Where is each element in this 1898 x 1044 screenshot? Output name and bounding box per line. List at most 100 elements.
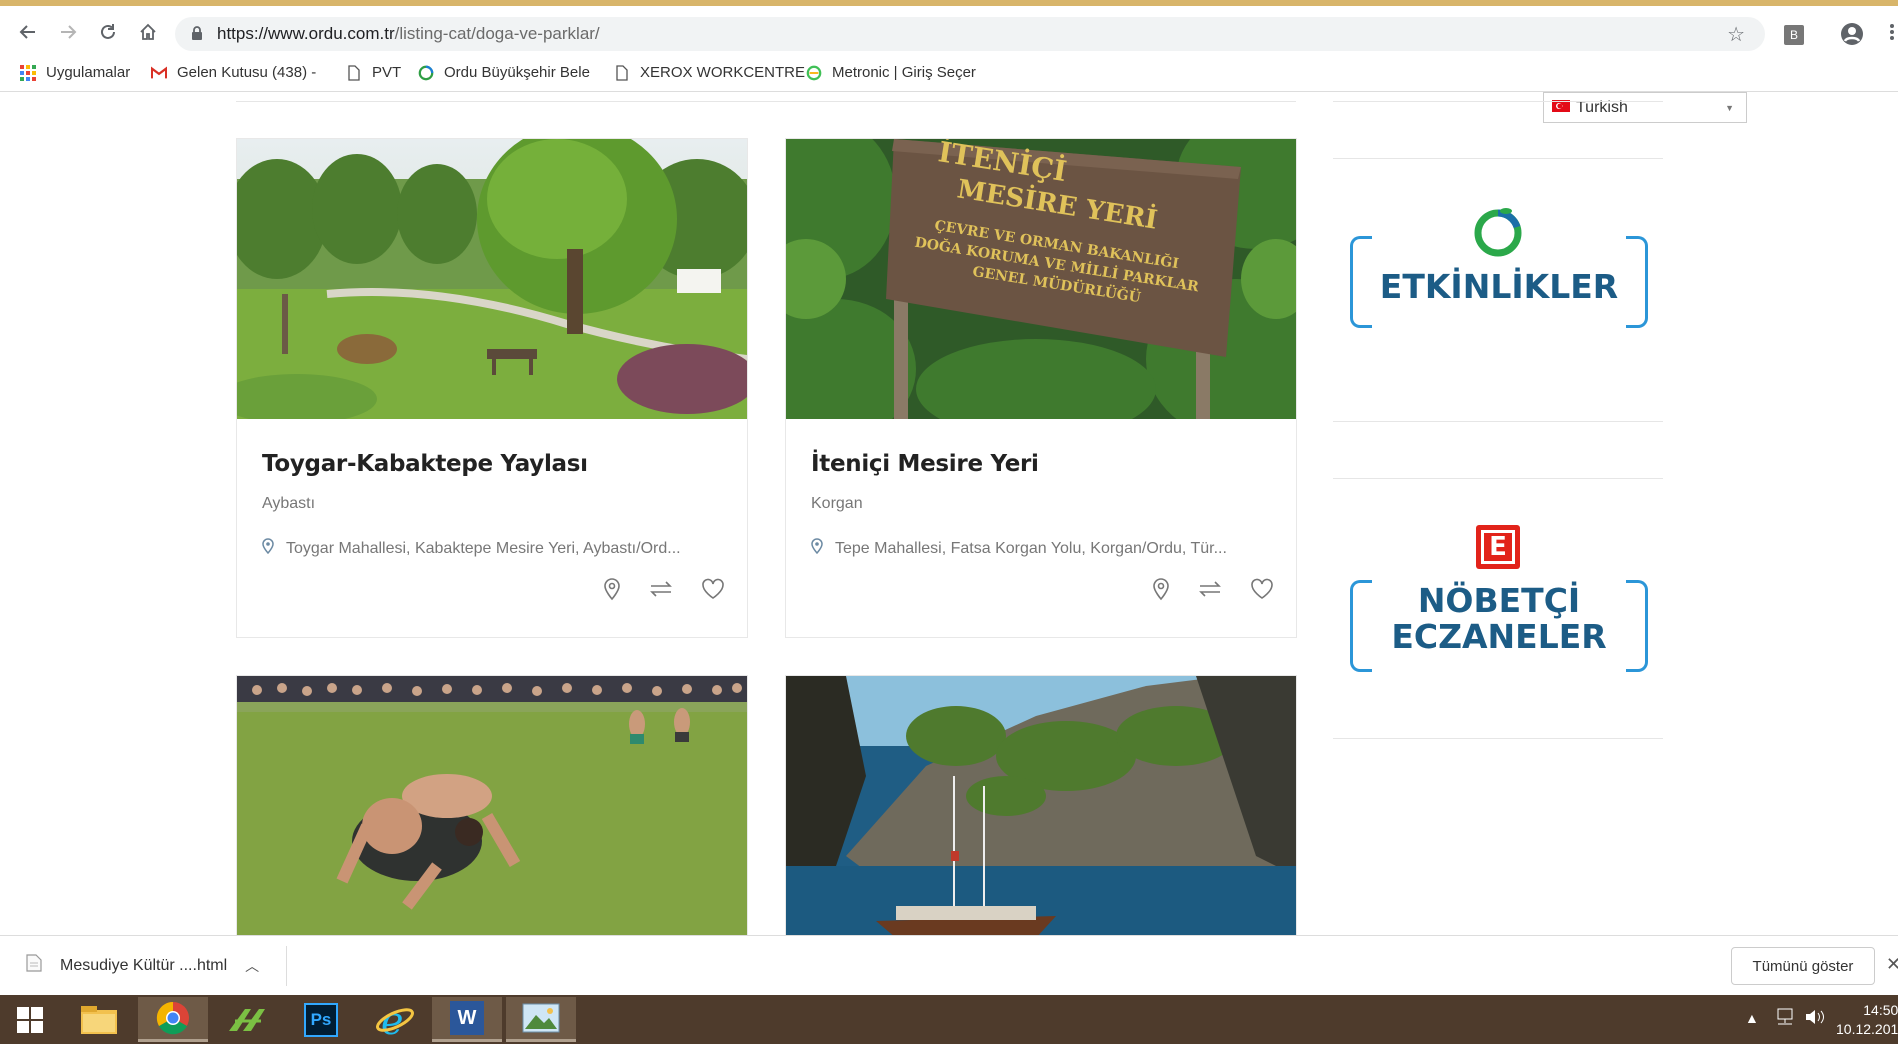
clock-time: 14:50 (1863, 1002, 1898, 1018)
map-pin-icon (811, 538, 823, 559)
listing-region: Aybastı (262, 495, 316, 512)
network-icon[interactable] (1774, 1007, 1796, 1030)
sidebar-divider (1333, 421, 1663, 422)
internet-explorer-icon: e (376, 1002, 414, 1038)
word-icon: W (450, 1001, 484, 1035)
file-icon (26, 954, 42, 977)
bookmark-star-icon[interactable]: ☆ (1727, 22, 1745, 47)
listing-card[interactable]: Toygar-Kabaktepe Yaylası Aybastı Toygar … (236, 138, 748, 638)
browser-toolbar: https://www.ordu.com.tr/listing-cat/doga… (0, 6, 1898, 56)
listing-card[interactable] (785, 675, 1297, 935)
listing-body: İteniçi Mesire Yeri Korgan Tepe Mahalles… (786, 419, 1296, 637)
listing-title[interactable]: İteniçi Mesire Yeri (811, 451, 1039, 477)
volume-icon[interactable] (1804, 1007, 1826, 1030)
heart-icon[interactable] (701, 578, 725, 600)
close-icon[interactable]: ✕ (1886, 954, 1898, 975)
circle-logo-icon (418, 65, 434, 81)
sidebar-divider (1333, 158, 1663, 159)
reload-icon (101, 24, 115, 39)
listing-address: Tepe Mahallesi, Fatsa Korgan Yolu, Korga… (811, 538, 1227, 559)
compare-arrows-icon[interactable] (1198, 581, 1222, 597)
bookmark-label: Uygulamalar (46, 64, 131, 81)
listing-image[interactable]: İTENİÇİ MESİRE YERİ ÇEVRE VE ORMAN BAKAN… (786, 139, 1296, 419)
taskbar-word[interactable]: W (432, 997, 502, 1042)
bookmarks-bar: Uygulamalar Gelen Kutusu (438) - PVT Ord… (0, 56, 1898, 92)
events-banner-label: ETKİNLİKLER (1379, 267, 1619, 306)
listing-image[interactable] (786, 676, 1296, 935)
bookmark-label: Gelen Kutusu (438) - (177, 64, 317, 81)
listing-address: Toygar Mahallesi, Kabaktepe Mesire Yeri,… (262, 538, 681, 559)
pharmacy-logo-letter: E (1481, 530, 1515, 564)
map-pin-icon[interactable] (1152, 577, 1170, 601)
bookmark-metronic[interactable]: Metronic | Giriş Seçer (806, 64, 976, 81)
pharmacy-banner-line1: NÖBETÇİ (1417, 581, 1581, 620)
pharmacy-banner[interactable]: E NÖBETÇİ ECZANELER (1346, 525, 1652, 675)
listing-card[interactable]: İTENİÇİ MESİRE YERİ ÇEVRE VE ORMAN BAKAN… (785, 138, 1297, 638)
bookmark-pvt[interactable]: PVT (346, 64, 401, 81)
listing-address-text: Tepe Mahallesi, Fatsa Korgan Yolu, Korga… (835, 539, 1227, 557)
listing-image[interactable] (237, 676, 747, 935)
address-bar[interactable]: https://www.ordu.com.tr/listing-cat/doga… (175, 17, 1765, 51)
show-all-downloads-button[interactable]: Tümünü göster (1731, 947, 1875, 985)
listing-image[interactable] (237, 139, 747, 419)
forward-button[interactable] (54, 18, 82, 46)
taskbar-chrome[interactable] (138, 997, 208, 1042)
map-pin-icon (262, 538, 274, 559)
map-pin-icon[interactable] (603, 577, 621, 601)
folder-icon (81, 1005, 117, 1034)
gmail-icon (151, 65, 167, 81)
system-clock[interactable]: 14:50 10.12.201 (1836, 1001, 1898, 1039)
download-filename: Mesudiye Kültür ....html (60, 956, 228, 974)
listing-card[interactable] (236, 675, 748, 935)
page-icon (346, 64, 362, 81)
back-button[interactable] (14, 18, 42, 46)
listing-title[interactable]: Toygar-Kabaktepe Yaylası (262, 451, 588, 477)
start-button[interactable] (0, 997, 60, 1042)
bookmark-gmail[interactable]: Gelen Kutusu (438) - (151, 64, 316, 81)
reload-button[interactable] (94, 18, 122, 46)
heart-icon[interactable] (1250, 578, 1274, 600)
divider (286, 946, 287, 986)
compare-arrows-icon[interactable] (649, 581, 673, 597)
bookmark-label: Ordu Büyükşehir Bele (444, 64, 590, 81)
events-logo-icon (1474, 208, 1522, 257)
download-bar: Mesudiye Kültür ....html ︿ Tümünü göster… (0, 935, 1898, 995)
svg-text:e: e (381, 1002, 404, 1038)
home-button[interactable] (134, 18, 162, 46)
metronic-icon (806, 65, 822, 81)
forward-arrow-icon (61, 25, 77, 39)
download-item[interactable]: Mesudiye Kültür ....html ︿ (26, 954, 259, 977)
apps-grid-icon (20, 64, 36, 81)
tray-up-arrow-icon[interactable]: ▲ (1745, 1010, 1759, 1026)
chevron-up-icon[interactable]: ︿ (245, 956, 259, 976)
photo-viewer-icon (522, 1003, 560, 1033)
chevron-down-icon: ▼ (1725, 103, 1734, 113)
taskbar-app-green[interactable] (212, 997, 282, 1042)
bookmark-label: Metronic | Giriş Seçer (832, 64, 976, 81)
listing-actions (1152, 577, 1274, 601)
lock-icon (191, 25, 203, 46)
listing-address-text: Toygar Mahallesi, Kabaktepe Mesire Yeri,… (286, 539, 681, 557)
windows-logo-icon (17, 1006, 43, 1033)
taskbar-photos[interactable] (506, 997, 576, 1042)
bookmark-ordu[interactable]: Ordu Büyükşehir Bele (418, 64, 590, 81)
divider (236, 101, 1296, 102)
photoshop-icon: Ps (304, 1002, 338, 1037)
pharmacy-banner-line2: ECZANELER (1391, 617, 1607, 656)
taskbar-explorer[interactable] (64, 997, 134, 1042)
clock-date: 10.12.201 (1836, 1021, 1898, 1037)
page-content: Toygar-Kabaktepe Yaylası Aybastı Toygar … (0, 92, 1898, 935)
windows-taskbar: Ps e W ▲ 14:50 10.12.201 (0, 995, 1898, 1044)
extension-b-icon[interactable]: B (1784, 25, 1804, 45)
menu-icon[interactable] (1878, 18, 1898, 46)
taskbar-photoshop[interactable]: Ps (286, 997, 356, 1042)
bookmark-xerox[interactable]: XEROX WORKCENTRE (614, 64, 805, 81)
language-selector[interactable]: Turkish ▼ (1543, 92, 1747, 123)
events-banner[interactable]: ETKİNLİKLER (1346, 205, 1652, 335)
account-icon[interactable] (1840, 22, 1864, 51)
bookmark-label: PVT (372, 64, 402, 81)
green-logo-icon (229, 1008, 265, 1031)
bookmark-apps[interactable]: Uygulamalar (20, 64, 130, 81)
taskbar-ie[interactable]: e (360, 997, 430, 1042)
sidebar-divider (1333, 478, 1663, 479)
